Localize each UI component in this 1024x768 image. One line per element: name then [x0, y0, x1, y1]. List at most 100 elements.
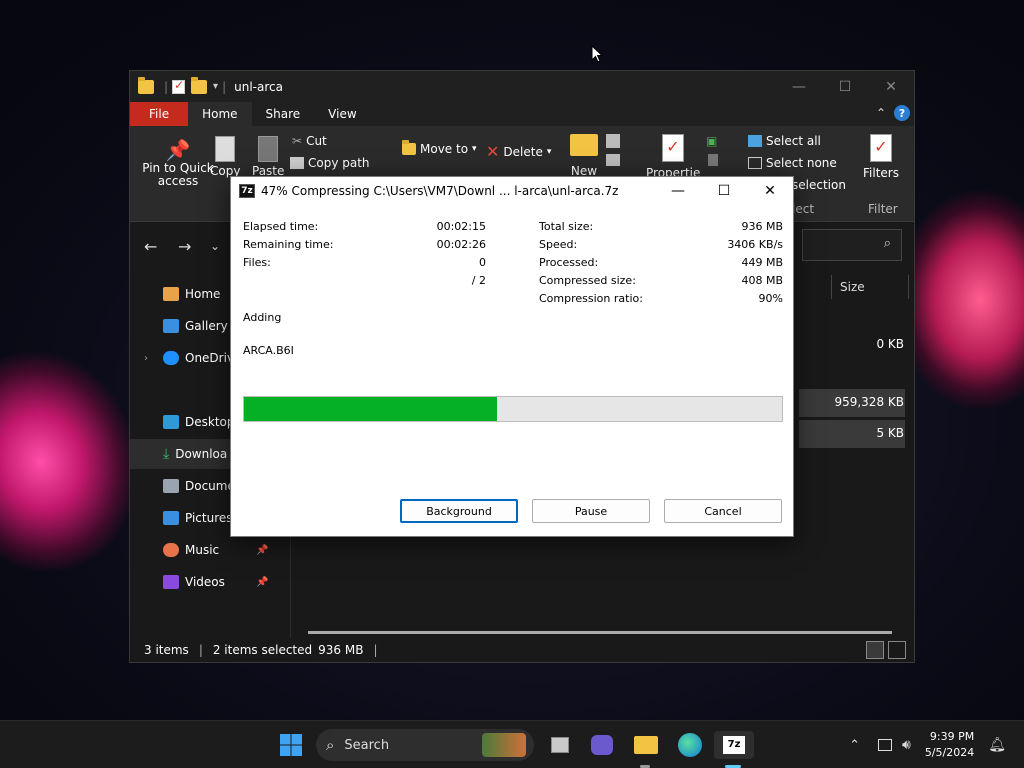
- taskbar: ⌕ Search 7z ⌃ 🔊︎ 9:39 PM 5/5/2024 🔔︎: [0, 720, 1024, 768]
- download-icon: ⤓: [163, 446, 170, 462]
- tab-file[interactable]: File: [130, 102, 189, 126]
- nav-item-label: Gallery: [185, 319, 228, 333]
- minimize-button[interactable]: —: [776, 71, 822, 102]
- new-item-icon[interactable]: [606, 134, 620, 151]
- processed-value: 449 MB: [741, 256, 783, 269]
- cut-button[interactable]: ✂ Cut: [292, 134, 327, 148]
- explorer-titlebar[interactable]: | ▾ | unl-arca — ☐ ✕: [130, 71, 914, 102]
- delete-button[interactable]: ✕ Delete ▾: [486, 142, 551, 161]
- meet-chat-icon[interactable]: [588, 731, 616, 759]
- notification-bell-icon[interactable]: 🔔︎: [988, 737, 1006, 753]
- new-folder-button[interactable]: New: [568, 134, 600, 178]
- separator: |: [198, 643, 203, 657]
- pause-button[interactable]: Pause: [532, 499, 650, 523]
- pin-icon[interactable]: 📌: [256, 545, 268, 556]
- pin-label: Pin to Quick access: [142, 161, 214, 188]
- volume-icon[interactable]: 🔊︎: [902, 737, 911, 753]
- pin-icon[interactable]: 📌: [256, 577, 268, 588]
- open-icon[interactable]: ▣: [706, 134, 717, 148]
- move-to-label: Move to: [420, 142, 469, 156]
- collapse-ribbon-icon[interactable]: ⌃: [876, 106, 886, 120]
- cancel-button[interactable]: Cancel: [664, 499, 782, 523]
- move-to-button[interactable]: Move to ▾: [402, 140, 477, 156]
- filters-button[interactable]: ✓ Filters: [860, 134, 902, 180]
- speed-value: 3406 KB/s: [727, 238, 783, 251]
- system-tray: ⌃ 🔊︎ 9:39 PM 5/5/2024 🔔︎: [849, 721, 1024, 768]
- search-label: Search: [344, 737, 390, 753]
- 7zip-taskbar-icon[interactable]: 7z: [714, 731, 754, 759]
- invert-selection-label: selection: [792, 178, 846, 192]
- edge-browser-icon[interactable]: [676, 731, 704, 759]
- compression-progress-dialog: 7z 47% Compressing C:\Users\VM7\Downl ..…: [230, 176, 794, 537]
- details-view-icon[interactable]: [866, 641, 884, 659]
- remaining-time-label: Remaining time:: [243, 238, 334, 251]
- nav-item-label: Docume: [185, 479, 235, 493]
- properties-icon: ✓: [662, 134, 684, 162]
- file-size: 0 KB: [876, 337, 904, 351]
- taskbar-search-box[interactable]: ⌕ Search: [316, 729, 534, 761]
- tab-view[interactable]: View: [314, 102, 370, 126]
- item-count: 3 items: [144, 643, 189, 657]
- recent-locations-icon[interactable]: ⌄: [210, 239, 220, 253]
- new-folder-quick-icon[interactable]: [191, 76, 208, 94]
- selection-count: 2 items selected: [212, 643, 313, 657]
- 7zip-app-icon: 7z: [723, 736, 745, 754]
- edit-icon[interactable]: [708, 154, 718, 169]
- network-icon[interactable]: [877, 739, 892, 751]
- task-view-icon[interactable]: [546, 731, 574, 759]
- start-button[interactable]: [277, 731, 305, 759]
- paste-button[interactable]: Paste: [252, 136, 284, 180]
- easy-access-icon[interactable]: [606, 154, 620, 169]
- search-box[interactable]: ⌕: [802, 229, 902, 261]
- file-explorer-taskbar-icon[interactable]: [632, 731, 660, 759]
- nav-item-videos[interactable]: Videos 📌: [130, 567, 290, 597]
- invert-selection-button[interactable]: selection: [792, 178, 846, 192]
- pictures-icon: [163, 511, 179, 525]
- dialog-titlebar[interactable]: 7z 47% Compressing C:\Users\VM7\Downl ..…: [231, 177, 793, 204]
- search-icon: ⌕: [326, 736, 335, 754]
- pin-quick-access-button[interactable]: 📌 Pin to Quick access: [138, 138, 218, 188]
- ribbon-tab-bar: File Home Share View ⌃ ?: [130, 102, 914, 126]
- compression-ratio-value: 90%: [758, 292, 783, 305]
- copy-button[interactable]: Copy: [210, 136, 240, 178]
- select-all-button[interactable]: Select all: [748, 134, 821, 148]
- files-label: Files:: [243, 256, 271, 269]
- column-header-size[interactable]: Size: [831, 275, 909, 299]
- copy-path-button[interactable]: Copy path: [290, 156, 370, 170]
- maximize-button[interactable]: ☐: [822, 71, 868, 102]
- file-size: 5 KB: [876, 426, 904, 440]
- customize-quick-access-icon[interactable]: ▾: [213, 81, 218, 92]
- properties-button[interactable]: ✓ Properties: [646, 134, 700, 180]
- clock[interactable]: 9:39 PM 5/5/2024: [925, 729, 974, 761]
- files-value: 0: [479, 256, 486, 269]
- background-button[interactable]: Background: [400, 499, 518, 523]
- properties-quick-icon[interactable]: [172, 78, 186, 94]
- back-arrow-icon[interactable]: ←: [144, 237, 157, 256]
- close-button[interactable]: ✕: [868, 71, 914, 102]
- tab-home[interactable]: Home: [188, 102, 252, 126]
- action-status: Adding: [243, 311, 282, 324]
- large-icons-view-icon[interactable]: [888, 641, 906, 659]
- cloud-icon: [163, 351, 179, 365]
- copy-path-icon: [290, 157, 304, 169]
- document-icon: [163, 479, 179, 493]
- expand-chevron-icon: ›: [144, 352, 148, 364]
- cut-label: Cut: [306, 134, 327, 148]
- horizontal-scrollbar[interactable]: [308, 631, 892, 634]
- forward-arrow-icon[interactable]: →: [178, 237, 191, 256]
- select-none-button[interactable]: Select none: [748, 156, 837, 170]
- maximize-button[interactable]: ☐: [701, 177, 747, 204]
- clock-time: 9:39 PM: [929, 730, 975, 743]
- speed-label: Speed:: [539, 238, 578, 251]
- close-button[interactable]: ✕: [747, 177, 793, 204]
- show-hidden-icons-icon[interactable]: ⌃: [849, 738, 860, 753]
- tab-share[interactable]: Share: [252, 102, 315, 126]
- copy-icon: [215, 136, 235, 162]
- nav-item-music[interactable]: Music 📌: [130, 535, 290, 565]
- minimize-button[interactable]: —: [655, 177, 701, 204]
- search-highlight-icon: [482, 733, 526, 757]
- total-size-value: 936 MB: [741, 220, 783, 233]
- search-icon: ⌕: [883, 236, 891, 251]
- help-icon[interactable]: ?: [894, 105, 910, 121]
- mouse-cursor-icon: [591, 45, 603, 63]
